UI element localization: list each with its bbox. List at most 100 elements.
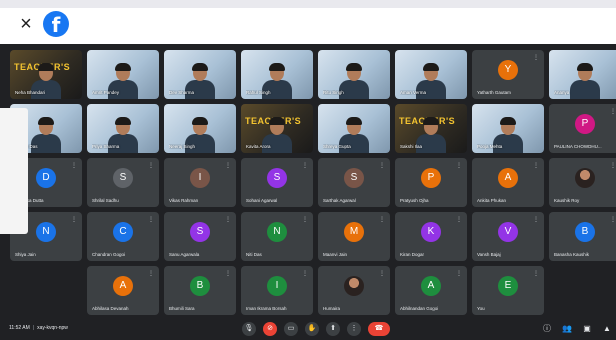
participant-tile[interactable]: V ⋮ Vansh Bajaj [472, 212, 544, 261]
participant-avatar: E [498, 276, 518, 296]
participant-name: Humaira [323, 306, 341, 311]
clock-time: 11:52 AM [9, 325, 30, 331]
participant-tile[interactable]: ⋮ Humaira [318, 266, 390, 315]
meeting-code: xay-kvqn-npw [37, 325, 68, 331]
tile-options-icon[interactable]: ⋮ [610, 162, 616, 169]
participant-name: Banasha Kaushik [554, 252, 590, 257]
tile-options-icon[interactable]: ⋮ [533, 216, 539, 223]
info-icon[interactable]: ⓘ [542, 324, 552, 334]
people-icon[interactable]: 👥 [562, 324, 572, 334]
tile-options-icon[interactable]: ⋮ [379, 162, 385, 169]
participant-tile[interactable]: S ⋮ Sohani Agarwal [241, 158, 313, 207]
tile-options-icon[interactable]: ⋮ [71, 162, 77, 169]
participant-name: Ananya [554, 90, 570, 95]
tile-options-icon[interactable]: ⋮ [610, 108, 616, 115]
tile-options-icon[interactable]: ⋮ [302, 162, 308, 169]
side-panel-handle[interactable] [0, 108, 28, 234]
participant-avatar: B [575, 222, 595, 242]
mic-icon[interactable]: 🎙 [242, 322, 256, 336]
participant-tile[interactable]: Y ⋮ Yatharth Gautam [472, 50, 544, 99]
participant-tile[interactable]: Rahul Singh [241, 50, 313, 99]
captions-icon[interactable]: ▭ [284, 322, 298, 336]
participant-tile[interactable]: P ⋮ Pratyush Ojha [395, 158, 467, 207]
participant-name: Abhilnandan Gogoi [400, 306, 439, 311]
participant-tile[interactable]: C ⋮ Chandran Gogoi [87, 212, 159, 261]
tile-options-icon[interactable]: ⋮ [148, 270, 154, 277]
participant-name: Ritu Singh [323, 90, 344, 95]
tile-options-icon[interactable]: ⋮ [379, 270, 385, 277]
participant-tile[interactable]: A ⋮ Abhilnandan Gogoi [395, 266, 467, 315]
activities-icon[interactable]: ▲ [602, 324, 612, 334]
separator: | [32, 325, 35, 331]
participant-tile[interactable]: Ananya [549, 50, 616, 99]
tile-options-icon[interactable]: ⋮ [456, 216, 462, 223]
participant-name: Vansh Bajaj [477, 252, 501, 257]
camera-off-icon[interactable]: ⊘ [263, 322, 277, 336]
tile-options-icon[interactable]: ⋮ [456, 162, 462, 169]
tile-options-icon[interactable]: ⋮ [71, 216, 77, 223]
tile-options-icon[interactable]: ⋮ [225, 162, 231, 169]
tile-options-icon[interactable]: ⋮ [533, 54, 539, 61]
participant-name: Maanvi Jain [323, 252, 348, 257]
tile-options-icon[interactable]: ⋮ [533, 162, 539, 169]
tile-options-icon[interactable]: ⋮ [302, 270, 308, 277]
tile-options-icon[interactable]: ⋮ [533, 270, 539, 277]
participant-tile[interactable]: M ⋮ Maanvi Jain [318, 212, 390, 261]
participant-name: Sanu Agarwala [169, 252, 200, 257]
participant-tile[interactable]: S ⋮ Shrilal Sadhu [87, 158, 159, 207]
participant-name: Shrilal Sadhu [92, 198, 119, 203]
participant-tile[interactable]: Priya Sharma [87, 104, 159, 153]
participant-tile[interactable]: TEACHER'SKavita Arora [241, 104, 313, 153]
participant-tile[interactable]: K ⋮ Kiran Dogar [395, 212, 467, 261]
participant-tile[interactable]: Neeraj Singh [164, 104, 236, 153]
participant-tile[interactable]: Ritu Singh [318, 50, 390, 99]
tile-options-icon[interactable]: ⋮ [225, 270, 231, 277]
participant-tile[interactable]: P ⋮ PAULINA CHOWDHU... [549, 104, 616, 153]
participant-tile[interactable]: TEACHER'SNeha Bhandari [10, 50, 82, 99]
present-icon[interactable]: ⬆ [326, 322, 340, 336]
participant-name: Amrit Pandey [92, 90, 120, 95]
tile-options-icon[interactable]: ⋮ [302, 216, 308, 223]
participant-tile[interactable]: Amrit Pandey [87, 50, 159, 99]
participant-tile[interactable]: ⋮ Kaushik Roy [549, 158, 616, 207]
participant-photo [344, 276, 364, 296]
participant-avatar: I [190, 168, 210, 188]
tile-options-icon[interactable]: ⋮ [148, 162, 154, 169]
participant-tile[interactable]: A ⋮ Ankita Phukan [472, 158, 544, 207]
participant-tile[interactable]: A ⋮ Abhilasa Devanah [87, 266, 159, 315]
participant-name: Ankita Phukan [477, 198, 507, 203]
participant-tile[interactable]: I ⋮ Iman Ikrama Borsah [241, 266, 313, 315]
tile-options-icon[interactable]: ⋮ [379, 216, 385, 223]
participant-name: PAULINA CHOWDHU... [554, 144, 602, 149]
participant-name: Sarthak Agarwal [323, 198, 356, 203]
participant-tile[interactable]: Dev Sharma [164, 50, 236, 99]
participant-name: Kiran Dogar [400, 252, 425, 257]
participant-avatar: B [190, 276, 210, 296]
participant-tile[interactable]: S ⋮ Sarthak Agarwal [318, 158, 390, 207]
participant-tile[interactable]: Shreya Gupta [318, 104, 390, 153]
participant-tile[interactable]: B ⋮ Bhumili Sara [164, 266, 236, 315]
participant-tile[interactable]: B ⋮ Banasha Kaushik [549, 212, 616, 261]
close-icon[interactable]: × [16, 14, 36, 34]
participant-tile[interactable]: I ⋮ Vikas Rahman [164, 158, 236, 207]
tile-options-icon[interactable]: ⋮ [148, 216, 154, 223]
hang-up-icon[interactable]: ☎ [368, 322, 390, 336]
tile-options-icon[interactable]: ⋮ [456, 270, 462, 277]
participant-avatar: Y [498, 60, 518, 80]
participant-name: Neeraj Singh [169, 144, 196, 149]
participant-tile[interactable]: N ⋮ Niti Das [241, 212, 313, 261]
chat-icon[interactable]: ▣ [582, 324, 592, 334]
participant-tile[interactable]: Pooja Mehta [472, 104, 544, 153]
tile-options-icon[interactable]: ⋮ [610, 216, 616, 223]
facebook-logo-icon[interactable]: f [43, 11, 69, 37]
participant-tile[interactable]: TEACHER'SSakshi Ilaa [395, 104, 467, 153]
participant-tile[interactable]: S ⋮ Sanu Agarwala [164, 212, 236, 261]
participant-avatar: M [344, 222, 364, 242]
participant-name: Neha Bhandari [15, 90, 46, 95]
participant-tile[interactable]: Aman Verma [395, 50, 467, 99]
participant-avatar: A [113, 276, 133, 296]
raise-hand-icon[interactable]: ✋ [305, 322, 319, 336]
participant-tile[interactable]: E ⋮ You [472, 266, 544, 315]
more-options-icon[interactable]: ⋮ [347, 322, 361, 336]
tile-options-icon[interactable]: ⋮ [225, 216, 231, 223]
